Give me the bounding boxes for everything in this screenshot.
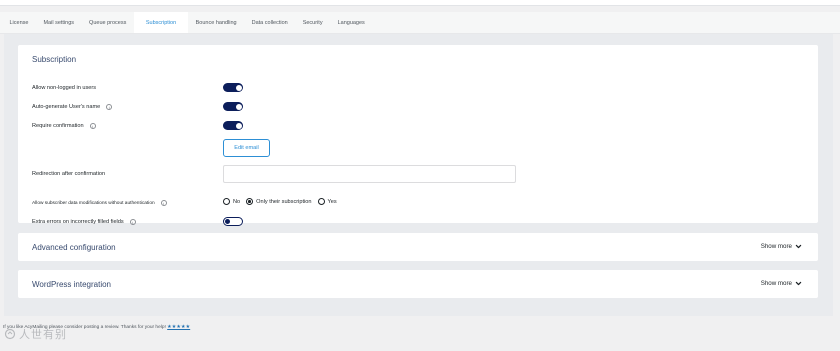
allow-modifications-text: Allow subscriber data modifications with… — [32, 200, 155, 206]
chevron-down-icon — [795, 281, 802, 286]
subscription-title: Subscription — [32, 55, 77, 64]
tab-mail-settings[interactable]: Mail settings — [36, 12, 82, 33]
radio-circle — [223, 198, 230, 205]
info-icon[interactable]: i — [89, 123, 96, 129]
toggle-knob — [235, 84, 242, 91]
tab-bounce-handling[interactable]: Bounce handling — [188, 12, 244, 33]
require-confirmation-toggle[interactable] — [223, 121, 243, 130]
redirection-label: Redirection after confirmation — [32, 171, 105, 177]
extra-errors-toggle[interactable] — [223, 217, 243, 226]
watermark: 人世有别 — [4, 326, 67, 342]
extra-errors-text: Extra errors on incorrectly filled field… — [32, 219, 124, 225]
allow-modifications-radios: No Only their subscription Yes — [223, 198, 337, 205]
radio-yes[interactable]: Yes — [317, 198, 337, 205]
radio-only-their-subscription[interactable]: Only their subscription — [246, 198, 312, 205]
extra-errors-label: Extra errors on incorrectly filled field… — [32, 219, 136, 225]
tab-license[interactable]: License — [2, 12, 36, 33]
allow-non-logged-text: Allow non-logged in users — [32, 85, 97, 91]
wordpress-integration-card[interactable]: WordPress integration Show more — [18, 270, 818, 298]
tab-queue-process[interactable]: Queue process — [82, 12, 134, 33]
show-more-label: Show more — [760, 243, 792, 250]
tab-security[interactable]: Security — [295, 12, 330, 33]
radio-no[interactable]: No — [223, 198, 240, 205]
tab-languages[interactable]: Languages — [330, 12, 372, 33]
subscription-card: Subscription Allow non-logged in users A… — [18, 45, 818, 226]
radio-no-label: No — [233, 198, 241, 205]
require-confirmation-text: Require confirmation — [32, 123, 84, 129]
info-icon[interactable]: i — [160, 200, 167, 206]
advanced-configuration-title: Advanced configuration — [32, 243, 116, 252]
redirection-url-input[interactable] — [223, 165, 516, 183]
allow-modifications-label: Allow subscriber data modifications with… — [32, 200, 167, 206]
tab-data-collection[interactable]: Data collection — [244, 12, 295, 33]
settings-panel: Subscription Allow non-logged in users A… — [4, 34, 833, 316]
chevron-down-icon — [795, 244, 802, 249]
settings-tabs: License Mail settings Queue process Subs… — [0, 12, 840, 34]
advanced-configuration-card[interactable]: Advanced configuration Show more — [18, 233, 818, 261]
require-confirmation-label: Require confirmation i — [32, 123, 96, 129]
allow-non-logged-label: Allow non-logged in users — [32, 85, 96, 91]
auto-generate-name-text: Auto-generate User's name — [32, 104, 101, 110]
edit-email-button[interactable]: Edit email — [223, 139, 270, 157]
top-strip — [0, 0, 840, 6]
info-icon[interactable]: i — [129, 219, 136, 225]
toggle-knob — [225, 219, 230, 224]
advanced-show-more-button[interactable]: Show more — [761, 243, 802, 250]
info-icon[interactable]: i — [106, 104, 113, 110]
review-stars-link[interactable]: ★★★★★ — [167, 325, 190, 330]
toggle-knob — [235, 122, 242, 129]
auto-generate-name-toggle[interactable] — [223, 102, 243, 111]
watermark-text: 人世有别 — [19, 328, 67, 341]
allow-non-logged-toggle[interactable] — [223, 83, 243, 92]
auto-generate-name-label: Auto-generate User's name i — [32, 104, 113, 110]
radio-circle — [246, 198, 254, 205]
toggle-knob — [235, 103, 242, 110]
radio-circle — [317, 198, 325, 205]
wordpress-show-more-button[interactable]: Show more — [761, 280, 802, 287]
watermark-logo-icon — [4, 328, 16, 340]
radio-only-their-subscription-label: Only their subscription — [256, 198, 312, 205]
radio-yes-label: Yes — [327, 198, 337, 205]
redirection-text: Redirection after confirmation — [32, 171, 106, 177]
wordpress-integration-title: WordPress integration — [32, 280, 111, 289]
tab-subscription[interactable]: Subscription — [133, 12, 189, 33]
show-more-label: Show more — [760, 280, 792, 287]
